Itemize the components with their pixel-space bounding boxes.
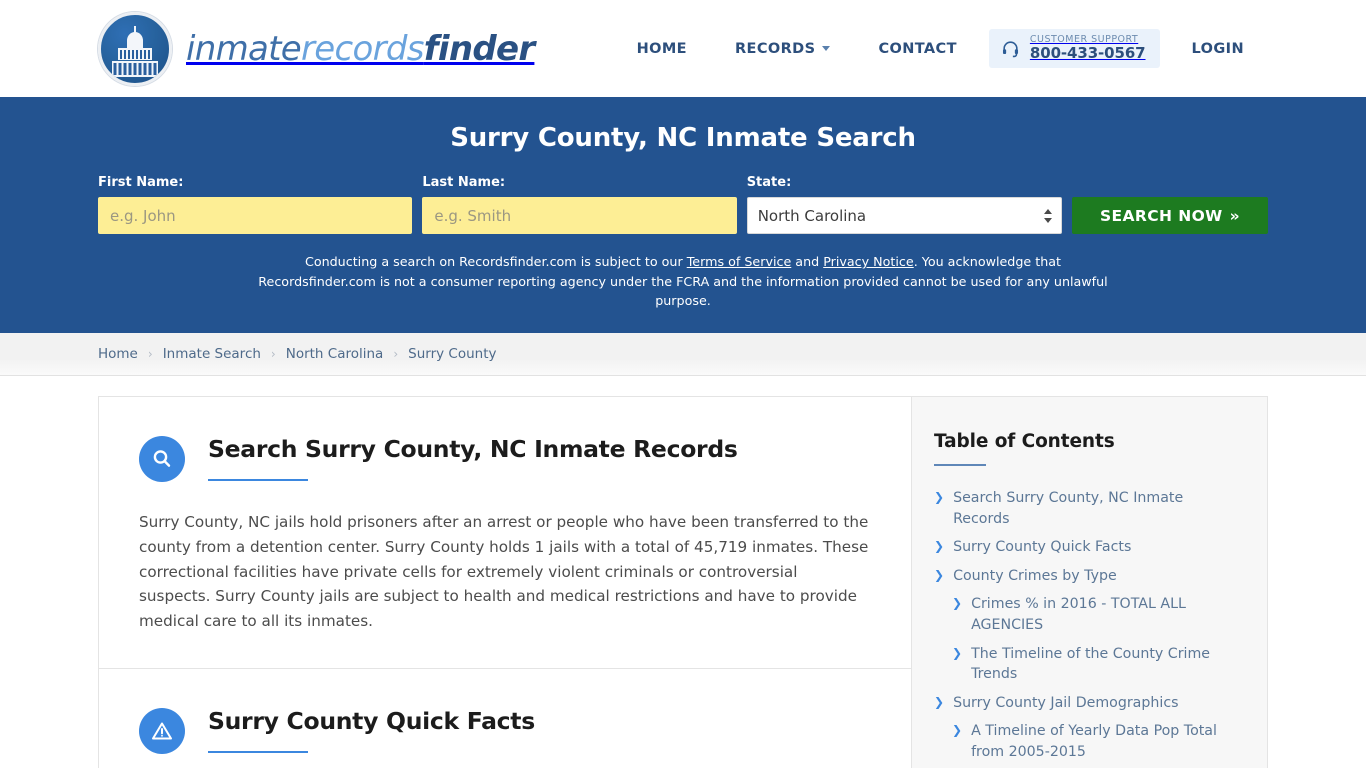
search-now-button[interactable]: SEARCH NOW » <box>1072 197 1269 234</box>
toc-link[interactable]: A Timeline of Yearly Data Pop Total from… <box>971 721 1241 762</box>
toc-list: ❯ Search Surry County, NC Inmate Records… <box>934 488 1241 763</box>
brand-part-3: finder <box>423 28 535 69</box>
toc-item-crimes-percent-2016[interactable]: ❯ Crimes % in 2016 - TOTAL ALL AGENCIES <box>934 594 1241 635</box>
magnifier-icon <box>139 436 185 483</box>
page-title: Surry County, NC Inmate Search <box>450 123 916 153</box>
content-layout: Search Surry County, NC Inmate Records S… <box>98 396 1268 768</box>
toc-item-jail-demographics[interactable]: ❯ Surry County Jail Demographics <box>934 693 1241 714</box>
page-body: Search Surry County, NC Inmate Records S… <box>0 376 1366 768</box>
nav-contact[interactable]: CONTACT <box>854 41 980 57</box>
chevron-right-icon: ❯ <box>952 723 963 738</box>
toc-link[interactable]: The Timeline of the County Crime Trends <box>971 644 1241 685</box>
support-phone: 800-433-0567 <box>1029 44 1146 63</box>
state-label: State: <box>746 175 792 190</box>
inmate-search-form: First Name: Last Name: State: North Caro… <box>98 175 1269 234</box>
search-now-label: SEARCH NOW <box>1099 206 1223 225</box>
section-title: Surry County Quick Facts <box>208 706 535 735</box>
section-body-text: Surry County, NC jails hold prisoners af… <box>139 513 869 631</box>
title-underline <box>208 751 308 754</box>
brand-wordmark: inmaterecordsfinder <box>186 28 535 69</box>
double-chevron-right-icon: » <box>1229 206 1241 225</box>
toc-link[interactable]: Search Surry County, NC Inmate Records <box>953 488 1241 529</box>
breadcrumb-item-north-carolina[interactable]: North Carolina <box>286 346 384 362</box>
section-search-inmate-records: Search Surry County, NC Inmate Records S… <box>99 397 911 668</box>
chevron-right-icon: ❯ <box>934 490 945 505</box>
breadcrumb-bar: Home › Inmate Search › North Carolina › … <box>0 333 1366 377</box>
last-name-field-group: Last Name: <box>422 175 737 234</box>
toc-item-county-crimes-by-type[interactable]: ❯ County Crimes by Type <box>934 566 1241 587</box>
toc-item-search-inmate-records[interactable]: ❯ Search Surry County, NC Inmate Records <box>934 488 1241 529</box>
chevron-right-icon: › <box>147 347 153 362</box>
toc-link[interactable]: Surry County Quick Facts <box>953 537 1131 558</box>
brand-logo-link[interactable]: inmaterecordsfinder <box>98 11 535 86</box>
brand-part-1: inmate <box>186 28 302 69</box>
chevron-down-icon <box>822 46 831 51</box>
chevron-right-icon: ❯ <box>934 539 945 554</box>
disclaimer-part-2: and <box>791 254 824 269</box>
toc-item-quick-facts[interactable]: ❯ Surry County Quick Facts <box>934 537 1241 558</box>
toc-link[interactable]: County Crimes by Type <box>953 566 1117 587</box>
chevron-right-icon: › <box>270 347 276 362</box>
nav-login-label: LOGIN <box>1191 40 1244 57</box>
main-navigation: HOME RECORDS CONTACT CUSTOMER SUPPORT 80… <box>613 0 1268 97</box>
section-quick-facts: Surry County Quick Facts <box>99 667 911 768</box>
nav-home[interactable]: HOME <box>613 41 711 57</box>
nav-home-label: HOME <box>636 40 687 57</box>
toc-link[interactable]: Surry County Jail Demographics <box>953 693 1178 714</box>
terms-of-service-link[interactable]: Terms of Service <box>687 254 792 269</box>
first-name-input[interactable] <box>98 197 413 234</box>
first-name-field-group: First Name: <box>98 175 413 234</box>
main-content: Search Surry County, NC Inmate Records S… <box>99 397 911 768</box>
last-name-label: Last Name: <box>422 175 506 190</box>
search-disclaimer: Conducting a search on Recordsfinder.com… <box>248 252 1118 311</box>
customer-support-button[interactable]: CUSTOMER SUPPORT 800-433-0567 <box>988 28 1160 69</box>
privacy-notice-link[interactable]: Privacy Notice <box>823 254 914 269</box>
state-field-group: State: North Carolina <box>746 175 1063 234</box>
last-name-input[interactable] <box>422 197 737 234</box>
toc-item-crime-trends-timeline[interactable]: ❯ The Timeline of the County Crime Trend… <box>934 644 1241 685</box>
table-of-contents: Table of Contents ❯ Search Surry County,… <box>911 397 1267 768</box>
nav-login[interactable]: LOGIN <box>1168 41 1268 57</box>
brand-part-2: records <box>301 28 424 69</box>
breadcrumb-item-inmate-search[interactable]: Inmate Search <box>163 346 261 362</box>
nav-records-label: RECORDS <box>734 40 816 57</box>
headset-icon <box>1002 41 1018 58</box>
nav-records[interactable]: RECORDS <box>711 41 854 57</box>
state-select[interactable]: North Carolina <box>746 197 1063 234</box>
chevron-right-icon: ❯ <box>952 596 963 611</box>
nav-contact-label: CONTACT <box>878 40 957 57</box>
toc-link[interactable]: Crimes % in 2016 - TOTAL ALL AGENCIES <box>971 594 1241 635</box>
toc-item-yearly-data-pop-total[interactable]: ❯ A Timeline of Yearly Data Pop Total fr… <box>934 721 1241 762</box>
title-underline <box>208 479 308 482</box>
breadcrumb: Home › Inmate Search › North Carolina › … <box>98 346 497 362</box>
toc-underline <box>934 464 986 467</box>
disclaimer-part-1: Conducting a search on Recordsfinder.com… <box>304 254 687 269</box>
site-header: inmaterecordsfinder HOME RECORDS CONTACT… <box>0 0 1366 97</box>
section-title: Search Surry County, NC Inmate Records <box>208 435 738 464</box>
toc-title: Table of Contents <box>934 431 1115 453</box>
first-name-label: First Name: <box>98 175 184 190</box>
chevron-right-icon: › <box>393 347 399 362</box>
inmate-search-hero: Surry County, NC Inmate Search First Nam… <box>0 97 1366 334</box>
chevron-right-icon: ❯ <box>934 567 945 582</box>
chevron-right-icon: ❯ <box>934 694 945 709</box>
breadcrumb-item-home[interactable]: Home <box>98 346 138 362</box>
breadcrumb-item-surry-county: Surry County <box>408 346 497 363</box>
warning-triangle-icon <box>139 707 185 754</box>
capitol-dome-icon <box>98 11 172 86</box>
chevron-right-icon: ❯ <box>952 645 963 660</box>
